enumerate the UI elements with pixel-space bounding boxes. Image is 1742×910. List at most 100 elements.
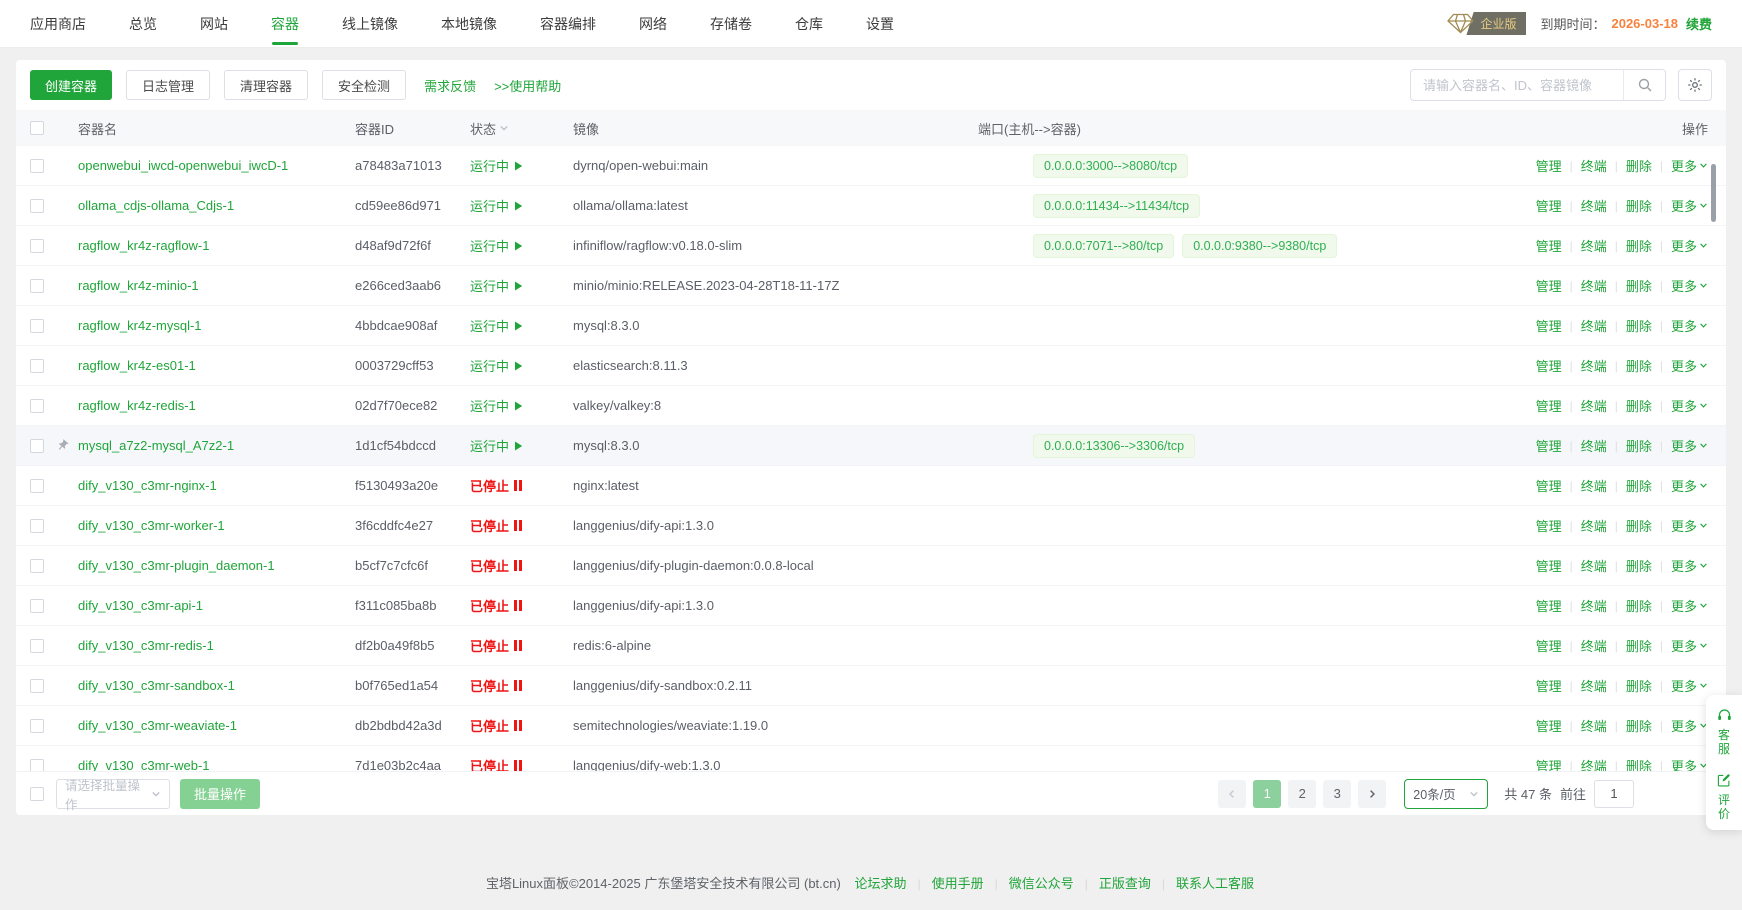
nav-item-4[interactable]: 容器 xyxy=(271,0,299,48)
container-name-link[interactable]: dify_v130_c3mr-redis-1 xyxy=(78,638,214,653)
action-delete-link[interactable]: 删除 xyxy=(1626,316,1652,335)
action-manage-link[interactable]: 管理 xyxy=(1536,516,1562,535)
action-manage-link[interactable]: 管理 xyxy=(1536,276,1562,295)
nav-item-5[interactable]: 线上镜像 xyxy=(342,0,398,48)
action-terminal-link[interactable]: 终端 xyxy=(1581,236,1607,255)
nav-item-2[interactable]: 总览 xyxy=(129,0,157,48)
container-name-link[interactable]: dify_v130_c3mr-weaviate-1 xyxy=(78,718,237,733)
container-name-link[interactable]: ollama_cdjs-ollama_Cdjs-1 xyxy=(78,198,234,213)
action-delete-link[interactable]: 删除 xyxy=(1626,596,1652,615)
action-delete-link[interactable]: 删除 xyxy=(1626,636,1652,655)
action-terminal-link[interactable]: 终端 xyxy=(1581,596,1607,615)
container-name-link[interactable]: dify_v130_c3mr-worker-1 xyxy=(78,518,225,533)
row-checkbox[interactable] xyxy=(30,199,44,213)
container-name-link[interactable]: ragflow_kr4z-ragflow-1 xyxy=(78,238,210,253)
nav-item-10[interactable]: 仓库 xyxy=(795,0,823,48)
action-more-link[interactable]: 更多 xyxy=(1671,476,1708,495)
container-name-link[interactable]: ragflow_kr4z-redis-1 xyxy=(78,398,196,413)
customer-service-button[interactable]: 客服 xyxy=(1717,708,1732,756)
action-terminal-link[interactable]: 终端 xyxy=(1581,276,1607,295)
clean-container-button[interactable]: 清理容器 xyxy=(224,70,308,100)
prev-page-button[interactable] xyxy=(1218,780,1246,808)
action-terminal-link[interactable]: 终端 xyxy=(1581,636,1607,655)
row-checkbox[interactable] xyxy=(30,559,44,573)
row-checkbox[interactable] xyxy=(30,759,44,773)
action-terminal-link[interactable]: 终端 xyxy=(1581,396,1607,415)
footer-link-5[interactable]: 联系人工客服 xyxy=(1176,876,1254,891)
nav-item-6[interactable]: 本地镜像 xyxy=(441,0,497,48)
action-terminal-link[interactable]: 终端 xyxy=(1581,196,1607,215)
action-more-link[interactable]: 更多 xyxy=(1671,236,1708,255)
container-name-link[interactable]: dify_v130_c3mr-plugin_daemon-1 xyxy=(78,558,275,573)
action-delete-link[interactable]: 删除 xyxy=(1626,276,1652,295)
action-more-link[interactable]: 更多 xyxy=(1671,396,1708,415)
action-delete-link[interactable]: 删除 xyxy=(1626,436,1652,455)
action-more-link[interactable]: 更多 xyxy=(1671,516,1708,535)
container-name-link[interactable]: dify_v130_c3mr-web-1 xyxy=(78,758,210,772)
gear-icon[interactable] xyxy=(1678,69,1712,101)
page-button-1[interactable]: 1 xyxy=(1253,780,1281,808)
renew-link[interactable]: 续费 xyxy=(1686,14,1712,33)
help-link[interactable]: >>使用帮助 xyxy=(494,76,561,95)
action-manage-link[interactable]: 管理 xyxy=(1536,636,1562,655)
feedback-link[interactable]: 需求反馈 xyxy=(424,76,476,95)
search-icon[interactable] xyxy=(1623,70,1665,100)
review-button[interactable]: 评价 xyxy=(1717,773,1731,821)
page-size-select[interactable]: 20条/页 xyxy=(1404,779,1488,809)
action-terminal-link[interactable]: 终端 xyxy=(1581,716,1607,735)
action-manage-link[interactable]: 管理 xyxy=(1536,756,1562,772)
action-more-link[interactable]: 更多 xyxy=(1671,676,1708,695)
page-button-3[interactable]: 3 xyxy=(1323,780,1351,808)
action-terminal-link[interactable]: 终端 xyxy=(1581,316,1607,335)
action-more-link[interactable]: 更多 xyxy=(1671,156,1708,175)
batch-select-all-checkbox[interactable] xyxy=(30,787,44,801)
container-name-link[interactable]: ragflow_kr4z-minio-1 xyxy=(78,278,199,293)
security-check-button[interactable]: 安全检测 xyxy=(322,70,406,100)
action-manage-link[interactable]: 管理 xyxy=(1536,596,1562,615)
nav-item-9[interactable]: 存储卷 xyxy=(710,0,752,48)
row-checkbox[interactable] xyxy=(30,319,44,333)
container-name-link[interactable]: mysql_a7z2-mysql_A7z2-1 xyxy=(78,438,234,453)
action-manage-link[interactable]: 管理 xyxy=(1536,356,1562,375)
action-more-link[interactable]: 更多 xyxy=(1671,636,1708,655)
row-checkbox[interactable] xyxy=(30,239,44,253)
action-delete-link[interactable]: 删除 xyxy=(1626,756,1652,772)
nav-item-11[interactable]: 设置 xyxy=(866,0,894,48)
action-delete-link[interactable]: 删除 xyxy=(1626,716,1652,735)
action-more-link[interactable]: 更多 xyxy=(1671,356,1708,375)
footer-link-2[interactable]: 使用手册 xyxy=(932,876,984,891)
action-delete-link[interactable]: 删除 xyxy=(1626,156,1652,175)
select-all-checkbox[interactable] xyxy=(30,121,44,135)
action-terminal-link[interactable]: 终端 xyxy=(1581,476,1607,495)
action-more-link[interactable]: 更多 xyxy=(1671,756,1708,772)
action-manage-link[interactable]: 管理 xyxy=(1536,396,1562,415)
row-checkbox[interactable] xyxy=(30,479,44,493)
action-more-link[interactable]: 更多 xyxy=(1671,556,1708,575)
action-manage-link[interactable]: 管理 xyxy=(1536,236,1562,255)
container-name-link[interactable]: dify_v130_c3mr-nginx-1 xyxy=(78,478,217,493)
action-terminal-link[interactable]: 终端 xyxy=(1581,676,1607,695)
action-terminal-link[interactable]: 终端 xyxy=(1581,756,1607,772)
action-more-link[interactable]: 更多 xyxy=(1671,196,1708,215)
batch-action-button[interactable]: 批量操作 xyxy=(180,779,260,809)
action-delete-link[interactable]: 删除 xyxy=(1626,516,1652,535)
action-manage-link[interactable]: 管理 xyxy=(1536,316,1562,335)
action-delete-link[interactable]: 删除 xyxy=(1626,556,1652,575)
action-manage-link[interactable]: 管理 xyxy=(1536,156,1562,175)
row-checkbox[interactable] xyxy=(30,279,44,293)
goto-page-input[interactable] xyxy=(1594,780,1634,808)
footer-link-3[interactable]: 微信公众号 xyxy=(1009,876,1074,891)
footer-link-4[interactable]: 正版查询 xyxy=(1099,876,1151,891)
nav-item-8[interactable]: 网络 xyxy=(639,0,667,48)
action-manage-link[interactable]: 管理 xyxy=(1536,476,1562,495)
row-checkbox[interactable] xyxy=(30,399,44,413)
action-manage-link[interactable]: 管理 xyxy=(1536,556,1562,575)
action-delete-link[interactable]: 删除 xyxy=(1626,396,1652,415)
action-terminal-link[interactable]: 终端 xyxy=(1581,356,1607,375)
action-more-link[interactable]: 更多 xyxy=(1671,596,1708,615)
action-more-link[interactable]: 更多 xyxy=(1671,436,1708,455)
row-checkbox[interactable] xyxy=(30,639,44,653)
row-checkbox[interactable] xyxy=(30,599,44,613)
action-terminal-link[interactable]: 终端 xyxy=(1581,436,1607,455)
row-checkbox[interactable] xyxy=(30,679,44,693)
